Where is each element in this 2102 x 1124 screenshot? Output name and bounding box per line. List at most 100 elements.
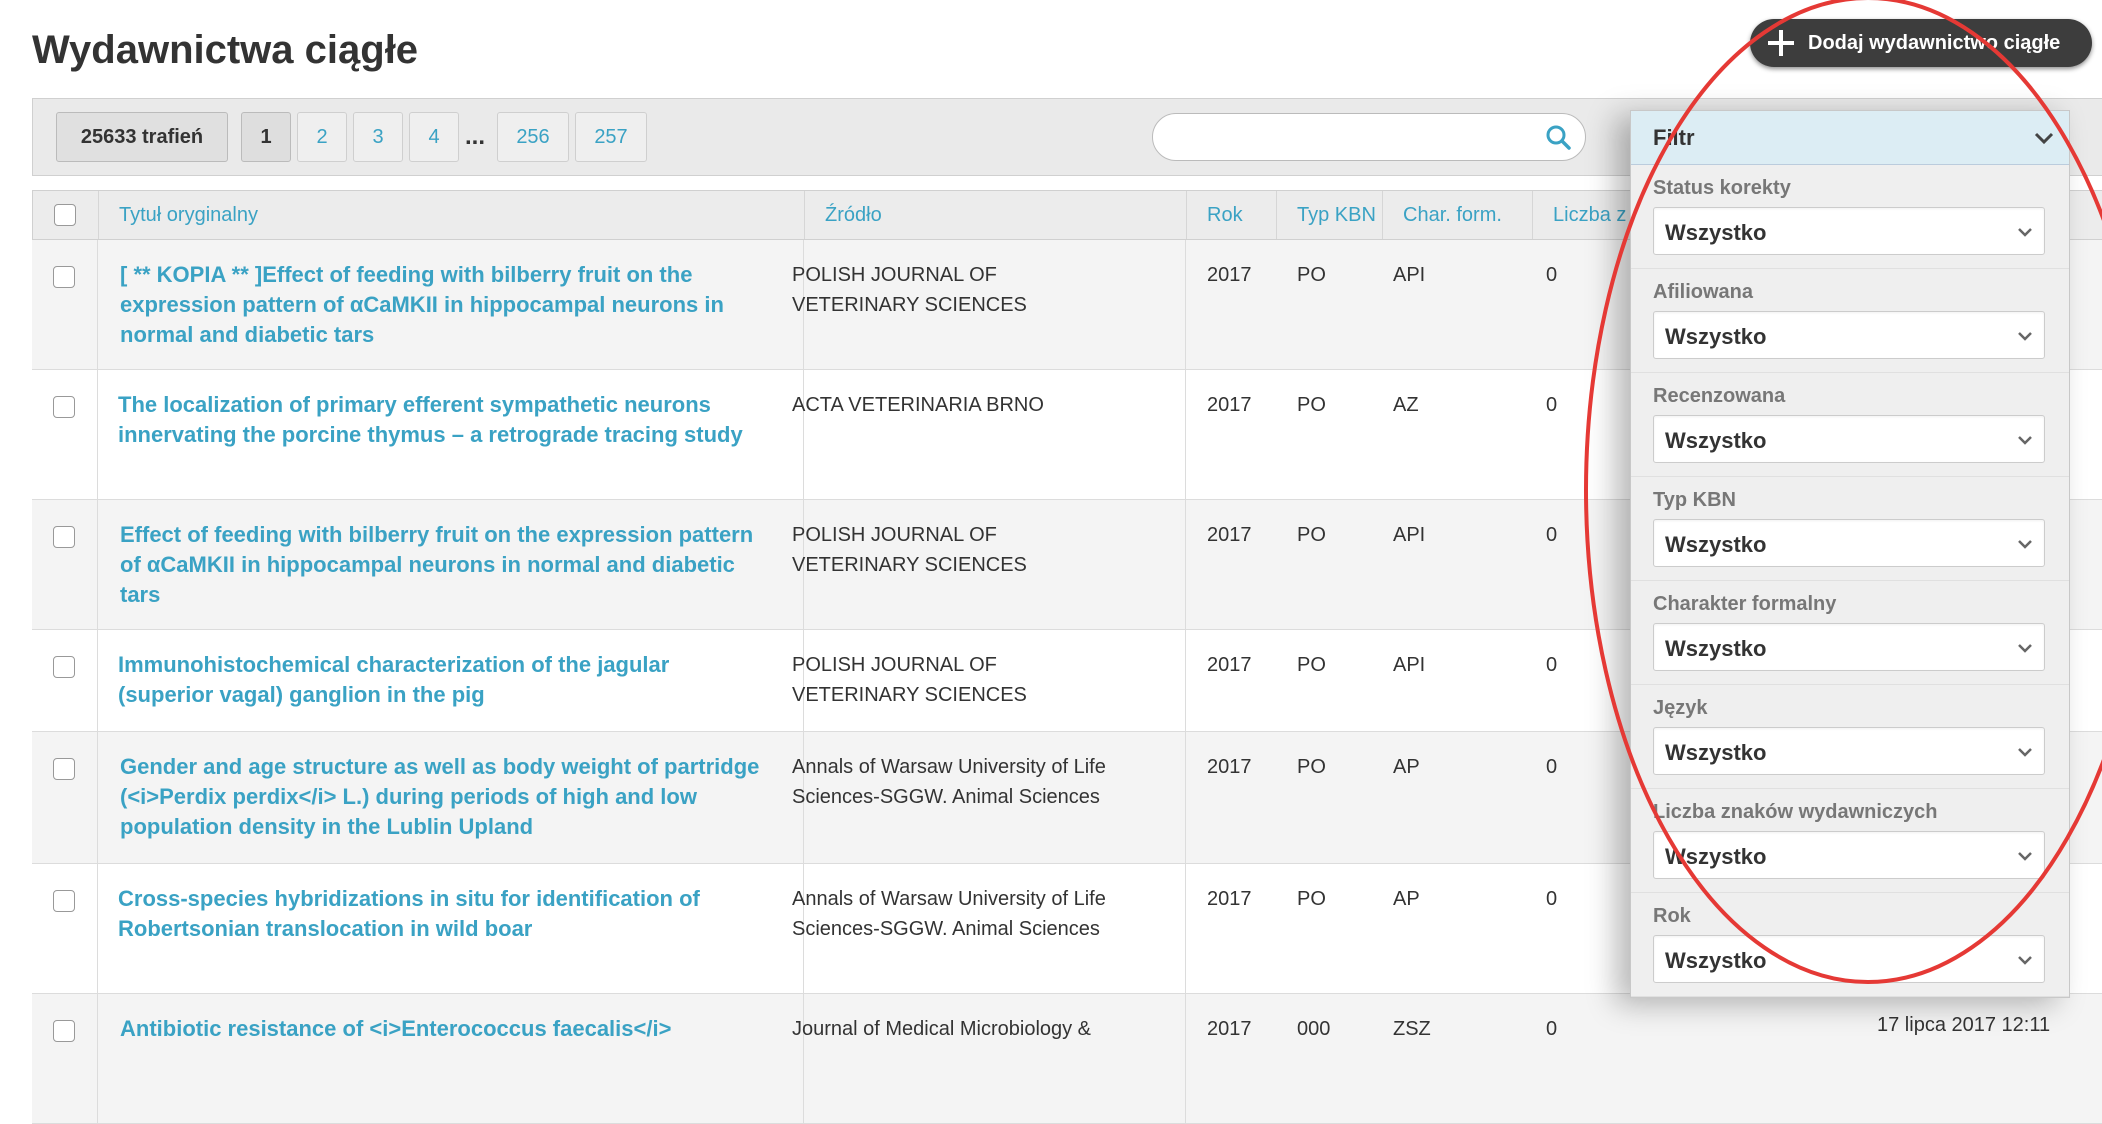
count-text: 0	[1546, 394, 1558, 416]
table-row[interactable]: Antibiotic resistance of <i>Enterococcus…	[32, 994, 2102, 1124]
hits-count: 25633 trafień	[56, 112, 228, 162]
filter-select[interactable]: Wszystko	[1653, 207, 2045, 255]
column-header-kbn[interactable]: Typ KBN	[1277, 191, 1383, 239]
filter-group: Język Wszystko	[1631, 685, 2069, 789]
row-checkbox[interactable]	[53, 656, 75, 678]
row-checkbox[interactable]	[53, 1020, 75, 1042]
publication-title-link[interactable]: Effect of feeding with bilberry fruit on…	[120, 520, 760, 610]
source-text: Annals of Warsaw University of Life Scie…	[792, 756, 1106, 808]
char-form-text: AP	[1393, 888, 1420, 910]
filter-select[interactable]: Wszystko	[1653, 415, 2045, 463]
filter-select-value: Wszystko	[1665, 532, 1767, 557]
plus-icon	[1766, 28, 1796, 58]
select-cell	[32, 994, 98, 1123]
page-3-button[interactable]: 3	[353, 112, 403, 162]
publication-title-link[interactable]: Cross-species hybridizations in situ for…	[118, 884, 758, 944]
filter-select[interactable]: Wszystko	[1653, 519, 2045, 567]
year-text: 2017	[1207, 888, 1252, 910]
page-4-button[interactable]: 4	[409, 112, 459, 162]
filter-label: Charakter formalny	[1653, 593, 1837, 615]
chevron-down-icon	[2018, 748, 2032, 757]
add-serial-publication-button[interactable]: Dodaj wydawnictwo ciągłe	[1750, 19, 2092, 67]
char-form-text: API	[1393, 654, 1426, 676]
header-select-cell	[33, 191, 99, 239]
select-all-checkbox[interactable]	[54, 204, 76, 226]
filter-group: Status korekty Wszystko	[1631, 165, 2069, 269]
source-text: Annals of Warsaw University of Life Scie…	[792, 888, 1106, 940]
kbn-text: PO	[1297, 654, 1326, 676]
filter-label: Liczba znaków wydawniczych	[1653, 801, 1938, 823]
select-cell	[32, 732, 98, 863]
filter-select[interactable]: Wszystko	[1653, 311, 2045, 359]
char-form-text: AZ	[1393, 394, 1419, 416]
page-2-button[interactable]: 2	[297, 112, 347, 162]
publication-title-link[interactable]: Gender and age structure as well as body…	[120, 752, 760, 842]
search-input[interactable]	[1152, 113, 1586, 161]
char-form-text: API	[1393, 264, 1426, 286]
row-checkbox[interactable]	[53, 758, 75, 780]
chevron-down-icon	[2018, 852, 2032, 861]
filter-select-value: Wszystko	[1665, 636, 1767, 661]
kbn-text: 000	[1297, 1018, 1331, 1040]
page-title: Wydawnictwa ciągłe	[32, 28, 419, 72]
row-checkbox[interactable]	[53, 266, 75, 288]
publication-title-link[interactable]: Antibiotic resistance of <i>Enterococcus…	[120, 1014, 760, 1044]
add-button-label: Dodaj wydawnictwo ciągłe	[1808, 31, 2061, 54]
filter-group: Charakter formalny Wszystko	[1631, 581, 2069, 685]
filter-label: Język	[1653, 697, 1708, 719]
pager-ellipsis: ...	[465, 123, 486, 150]
chevron-down-icon	[2018, 540, 2032, 549]
filter-title: Filtr	[1653, 124, 1695, 150]
row-checkbox[interactable]	[53, 396, 75, 418]
column-header-year[interactable]: Rok	[1187, 191, 1277, 239]
source-text: POLISH JOURNAL OF VETERINARY SCIENCES	[792, 264, 1027, 316]
filter-select[interactable]: Wszystko	[1653, 935, 2045, 983]
publication-title-link[interactable]: The localization of primary efferent sym…	[118, 390, 758, 450]
select-cell	[32, 240, 98, 369]
row-checkbox[interactable]	[53, 526, 75, 548]
chevron-down-icon	[2018, 436, 2032, 445]
chevron-down-icon	[2018, 332, 2032, 341]
select-cell	[32, 500, 98, 629]
year-text: 2017	[1207, 264, 1252, 286]
filter-select[interactable]: Wszystko	[1653, 727, 2045, 775]
filter-label: Recenzowana	[1653, 385, 1786, 407]
column-header-title[interactable]: Tytuł oryginalny	[99, 191, 805, 239]
select-cell	[32, 630, 98, 731]
filter-panel: Filtr Status korekty Wszystko Afiliowana Ws…	[1630, 110, 2070, 998]
page-257-button[interactable]: 257	[575, 112, 647, 162]
column-header-source[interactable]: Źródło	[805, 191, 1187, 239]
filter-select-value: Wszystko	[1665, 740, 1767, 765]
kbn-text: PO	[1297, 524, 1326, 546]
filter-select-value: Wszystko	[1665, 428, 1767, 453]
filter-label: Status korekty	[1653, 177, 1791, 199]
year-text: 2017	[1207, 394, 1252, 416]
chevron-down-icon	[2034, 132, 2054, 145]
filter-header[interactable]: Filtr	[1631, 111, 2069, 165]
date-text: 17 lipca 2017 12:11	[1877, 1014, 2051, 1036]
row-checkbox[interactable]	[53, 890, 75, 912]
source-text: POLISH JOURNAL OF VETERINARY SCIENCES	[792, 524, 1027, 576]
search-icon[interactable]	[1545, 124, 1571, 150]
filter-select-value: Wszystko	[1665, 948, 1767, 973]
filter-group: Afiliowana Wszystko	[1631, 269, 2069, 373]
year-text: 2017	[1207, 756, 1252, 778]
filter-select-value: Wszystko	[1665, 324, 1767, 349]
year-text: 2017	[1207, 524, 1252, 546]
filter-select[interactable]: Wszystko	[1653, 623, 2045, 671]
page-256-button[interactable]: 256	[497, 112, 569, 162]
filter-select[interactable]: Wszystko	[1653, 831, 2045, 879]
kbn-text: PO	[1297, 756, 1326, 778]
source-text: Journal of Medical Microbiology &	[792, 1018, 1092, 1040]
page-1-button[interactable]: 1	[241, 112, 291, 162]
chevron-down-icon	[2018, 644, 2032, 653]
char-form-text: API	[1393, 524, 1426, 546]
publication-title-link[interactable]: [ ** KOPIA ** ]Effect of feeding with bi…	[120, 260, 760, 350]
publication-title-link[interactable]: Immunohistochemical characterization of …	[118, 650, 758, 710]
kbn-text: PO	[1297, 888, 1326, 910]
char-form-text: ZSZ	[1393, 1018, 1431, 1040]
column-header-char-form[interactable]: Char. form.	[1383, 191, 1533, 239]
kbn-text: PO	[1297, 264, 1326, 286]
chevron-down-icon	[2018, 228, 2032, 237]
year-text: 2017	[1207, 654, 1252, 676]
